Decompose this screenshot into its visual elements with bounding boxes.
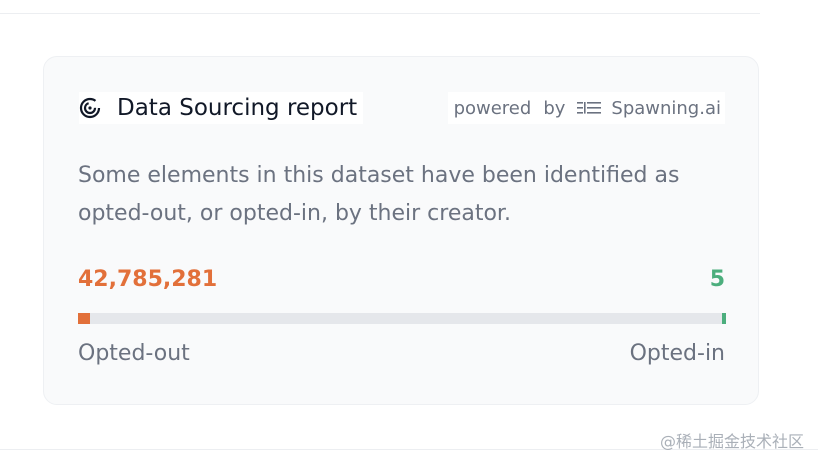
target-swirl-icon [79,97,101,119]
opted-in-bar-segment [722,313,726,324]
opt-ratio-bar [78,313,726,324]
page: Data Sourcing report powered by Spawning… [0,0,818,464]
card-header: Data Sourcing report powered by Spawning… [79,92,725,124]
powered-by-link[interactable]: powered by Spawning.ai [447,92,725,124]
title-group: Data Sourcing report [79,92,364,124]
spawning-logo-icon [577,101,602,115]
opted-out-label: Opted-out [78,341,190,366]
opted-out-count: 42,785,281 [78,267,218,292]
opted-in-label: Opted-in [629,341,725,366]
opted-in-count: 5 [709,267,725,292]
watermark-text: @稀土掘金技术社区 [659,432,804,451]
provider-name: Spawning.ai [611,97,721,119]
data-sourcing-card: Data Sourcing report powered by Spawning… [43,56,759,405]
card-description: Some elements in this dataset have been … [78,163,680,226]
card-title: Data Sourcing report [117,95,358,121]
powered-by-label: by [543,97,566,119]
top-divider [0,13,760,14]
opted-out-bar-segment [78,313,90,324]
powered-label: powered [453,97,532,119]
